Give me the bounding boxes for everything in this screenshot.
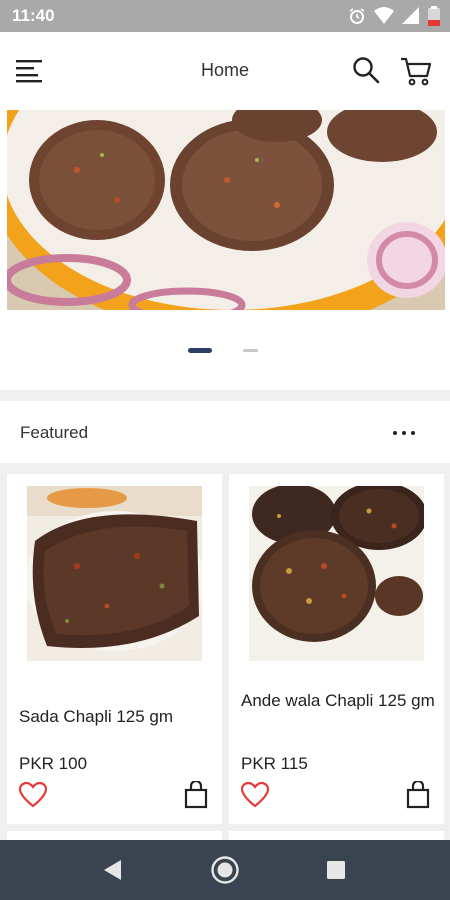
recents-icon[interactable] — [326, 860, 346, 880]
status-time: 11:40 — [12, 6, 55, 25]
product-image[interactable] — [27, 486, 202, 661]
section-title: Featured — [20, 423, 89, 442]
product-name[interactable]: Sada Chapli 125 gm — [19, 701, 214, 732]
shopping-bag-icon[interactable] — [406, 781, 430, 809]
signal-icon — [402, 7, 419, 24]
product-card[interactable]: Ande wala Chapli 125 gm PKR 115 — [229, 474, 444, 824]
product-name[interactable]: Ande wala Chapli 125 gm — [241, 685, 436, 716]
alarm-icon — [349, 8, 365, 24]
carousel-dot-active[interactable] — [188, 348, 212, 353]
banner-carousel[interactable] — [0, 110, 450, 390]
app-bar: Home — [0, 32, 450, 110]
cart-icon[interactable] — [400, 56, 432, 86]
carousel-dot[interactable] — [243, 349, 258, 352]
heart-icon[interactable] — [19, 782, 47, 808]
carousel-indicator — [0, 348, 450, 354]
shopping-bag-icon[interactable] — [184, 781, 208, 809]
banner-image[interactable] — [7, 110, 445, 310]
status-icons — [348, 6, 440, 26]
status-bar: 11:40 — [0, 0, 450, 32]
product-card[interactable]: Sada Chapli 125 gm PKR 100 — [7, 474, 222, 824]
wifi-icon — [374, 7, 394, 24]
heart-icon[interactable] — [241, 782, 269, 808]
search-icon[interactable] — [352, 56, 380, 84]
battery-icon — [428, 6, 440, 26]
more-icon[interactable] — [392, 429, 416, 437]
product-image[interactable] — [249, 486, 424, 661]
home-icon[interactable] — [210, 855, 240, 885]
page-title: Home — [200, 60, 249, 80]
system-nav-bar — [0, 840, 450, 900]
back-icon[interactable] — [101, 858, 123, 882]
product-price: PKR 115 — [241, 754, 308, 773]
product-price: PKR 100 — [19, 754, 88, 773]
featured-section-header: Featured — [0, 401, 450, 463]
